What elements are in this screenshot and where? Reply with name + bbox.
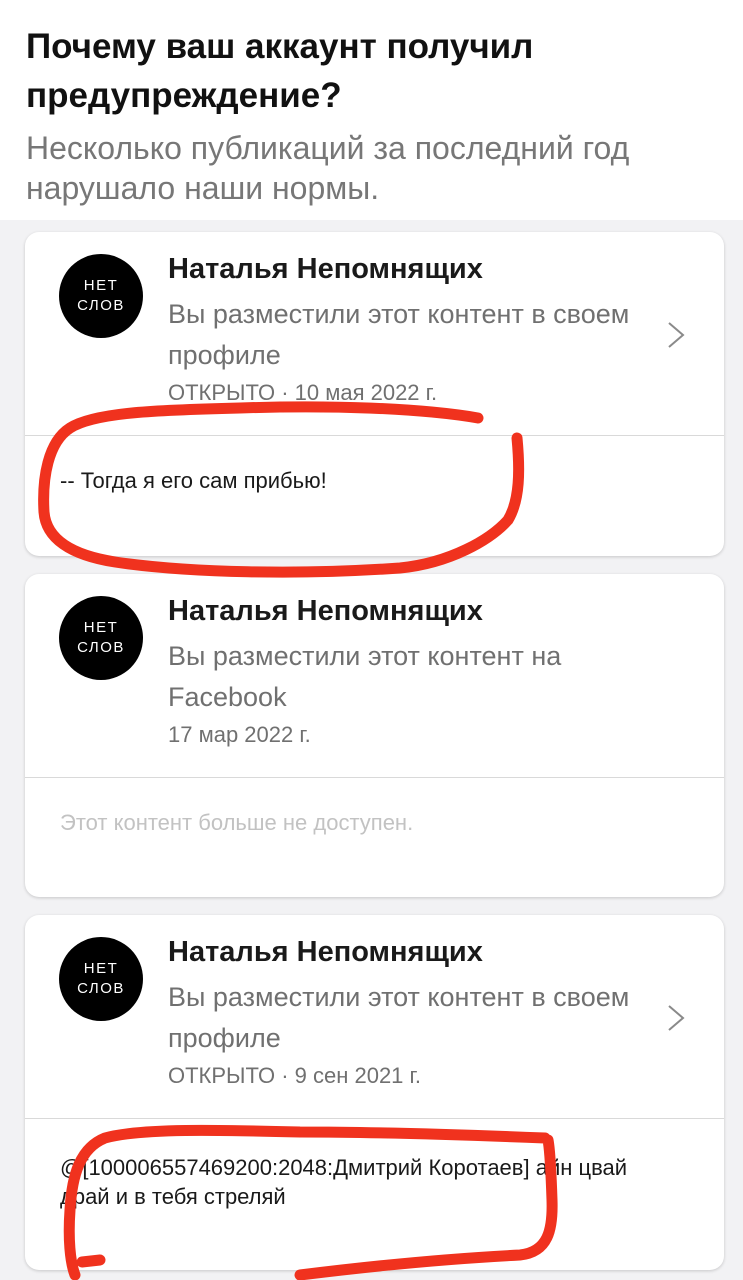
post-description: Вы разместили этот контент на Facebook	[168, 641, 562, 712]
divider	[25, 435, 724, 436]
post-author: Наталья Непомнящих	[168, 595, 483, 627]
header: Почему ваш аккаунт получил предупреждени…	[0, 0, 743, 220]
post-author: Наталья Непомнящих	[168, 253, 483, 285]
post-description: Вы разместили этот контент в своем профи…	[168, 982, 630, 1053]
post-date: 17 мар 2022 г.	[168, 722, 311, 747]
avatar-text-line1: НЕТ	[83, 277, 119, 294]
post-card[interactable]: НЕТ СЛОВ Наталья Непомнящих Вы разместил…	[25, 232, 724, 556]
avatar-text-line1: НЕТ	[83, 619, 119, 636]
post-unavailable-text: Этот контент больше не доступен.	[60, 810, 414, 835]
post-date: ОТКРЫТО · 9 сен 2021 г.	[168, 1063, 421, 1088]
post-date: ОТКРЫТО · 10 мая 2022 г.	[168, 380, 438, 405]
divider	[25, 777, 724, 778]
chevron-right-icon[interactable]	[666, 320, 686, 350]
post-card[interactable]: НЕТ СЛОВ Наталья Непомнящих Вы разместил…	[25, 574, 724, 897]
avatar: НЕТ СЛОВ	[59, 937, 143, 1021]
avatar-text-line2: СЛОВ	[77, 297, 125, 314]
avatar: НЕТ СЛОВ	[59, 254, 143, 338]
post-text: @[100006557469200:2048:Дмитрий Коротаев]…	[60, 1155, 628, 1209]
avatar: НЕТ СЛОВ	[59, 596, 143, 680]
avatar-text-line2: СЛОВ	[77, 639, 125, 656]
post-author: Наталья Непомнящих	[168, 936, 483, 968]
page-title: Почему ваш аккаунт получил предупреждени…	[26, 27, 534, 115]
divider	[25, 1118, 724, 1119]
page-subtitle: Несколько публикаций за последний год на…	[26, 130, 630, 206]
chevron-right-icon[interactable]	[666, 1003, 686, 1033]
post-text: -- Тогда я его сам прибью!	[60, 468, 327, 493]
avatar-text-line2: СЛОВ	[77, 980, 125, 997]
avatar-text-line1: НЕТ	[83, 960, 119, 977]
post-card[interactable]: НЕТ СЛОВ Наталья Непомнящих Вы разместил…	[25, 915, 724, 1270]
post-description: Вы разместили этот контент в своем профи…	[168, 299, 630, 370]
